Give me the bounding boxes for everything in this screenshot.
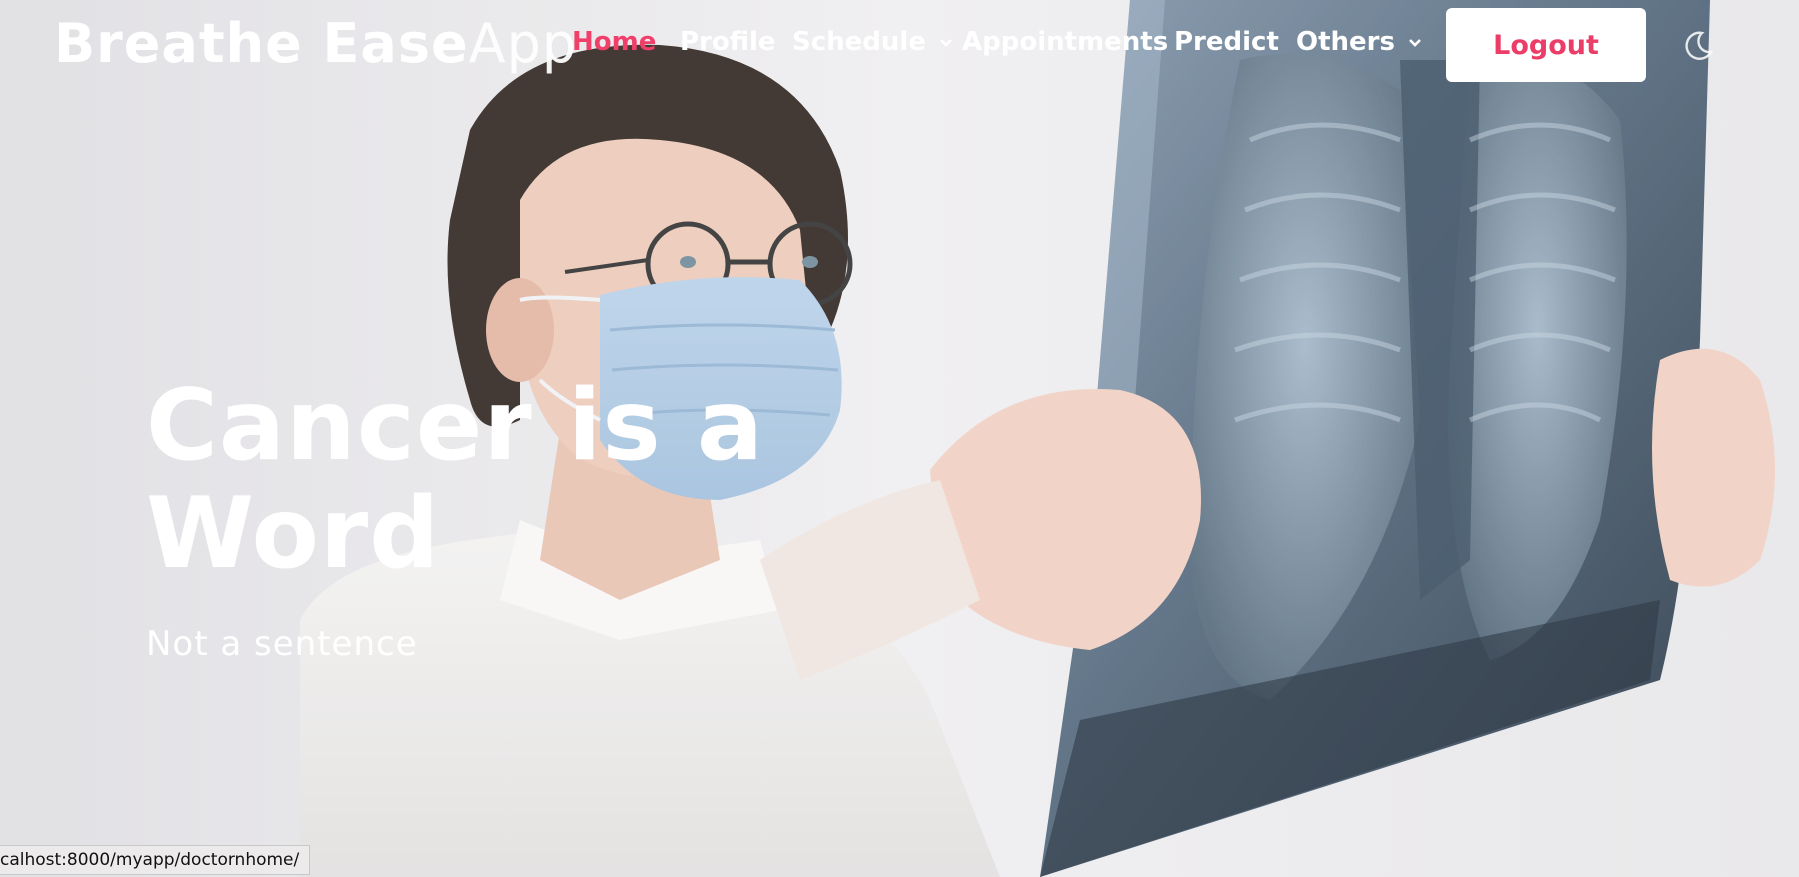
nav-schedule[interactable]: Schedule — [792, 24, 953, 60]
nav-appointments[interactable]: Appointments — [962, 24, 1168, 60]
logout-button[interactable]: Logout — [1446, 8, 1646, 82]
hero-title: Cancer is a Word — [146, 372, 766, 588]
chevron-down-icon — [940, 38, 952, 47]
brand-name-light: App — [468, 12, 578, 75]
status-bar-url: calhost:8000/myapp/doctornhome/ — [0, 845, 311, 875]
page: Breathe EaseApp Home Profile Schedule Ap… — [0, 0, 1799, 877]
brand-logo[interactable]: Breathe EaseApp — [54, 10, 577, 78]
nav-others-label: Others — [1296, 27, 1395, 57]
nav-schedule-label: Schedule — [792, 27, 926, 57]
nav-others[interactable]: Others — [1296, 24, 1422, 60]
hero-title-line-2: Word — [146, 477, 441, 591]
hero-section: Cancer is a Word Not a sentence — [146, 372, 766, 666]
hero-title-line-1: Cancer is a — [146, 369, 764, 483]
brand-name-bold: Breathe Ease — [54, 12, 469, 75]
chevron-down-icon — [1409, 38, 1421, 47]
hero-subtitle: Not a sentence — [146, 624, 418, 664]
navbar: Breathe EaseApp Home Profile Schedule Ap… — [0, 0, 1799, 90]
nav-predict[interactable]: Predict — [1174, 24, 1279, 60]
moon-icon[interactable] — [1680, 28, 1716, 64]
nav-home[interactable]: Home — [572, 24, 656, 60]
nav-profile[interactable]: Profile — [680, 24, 776, 60]
